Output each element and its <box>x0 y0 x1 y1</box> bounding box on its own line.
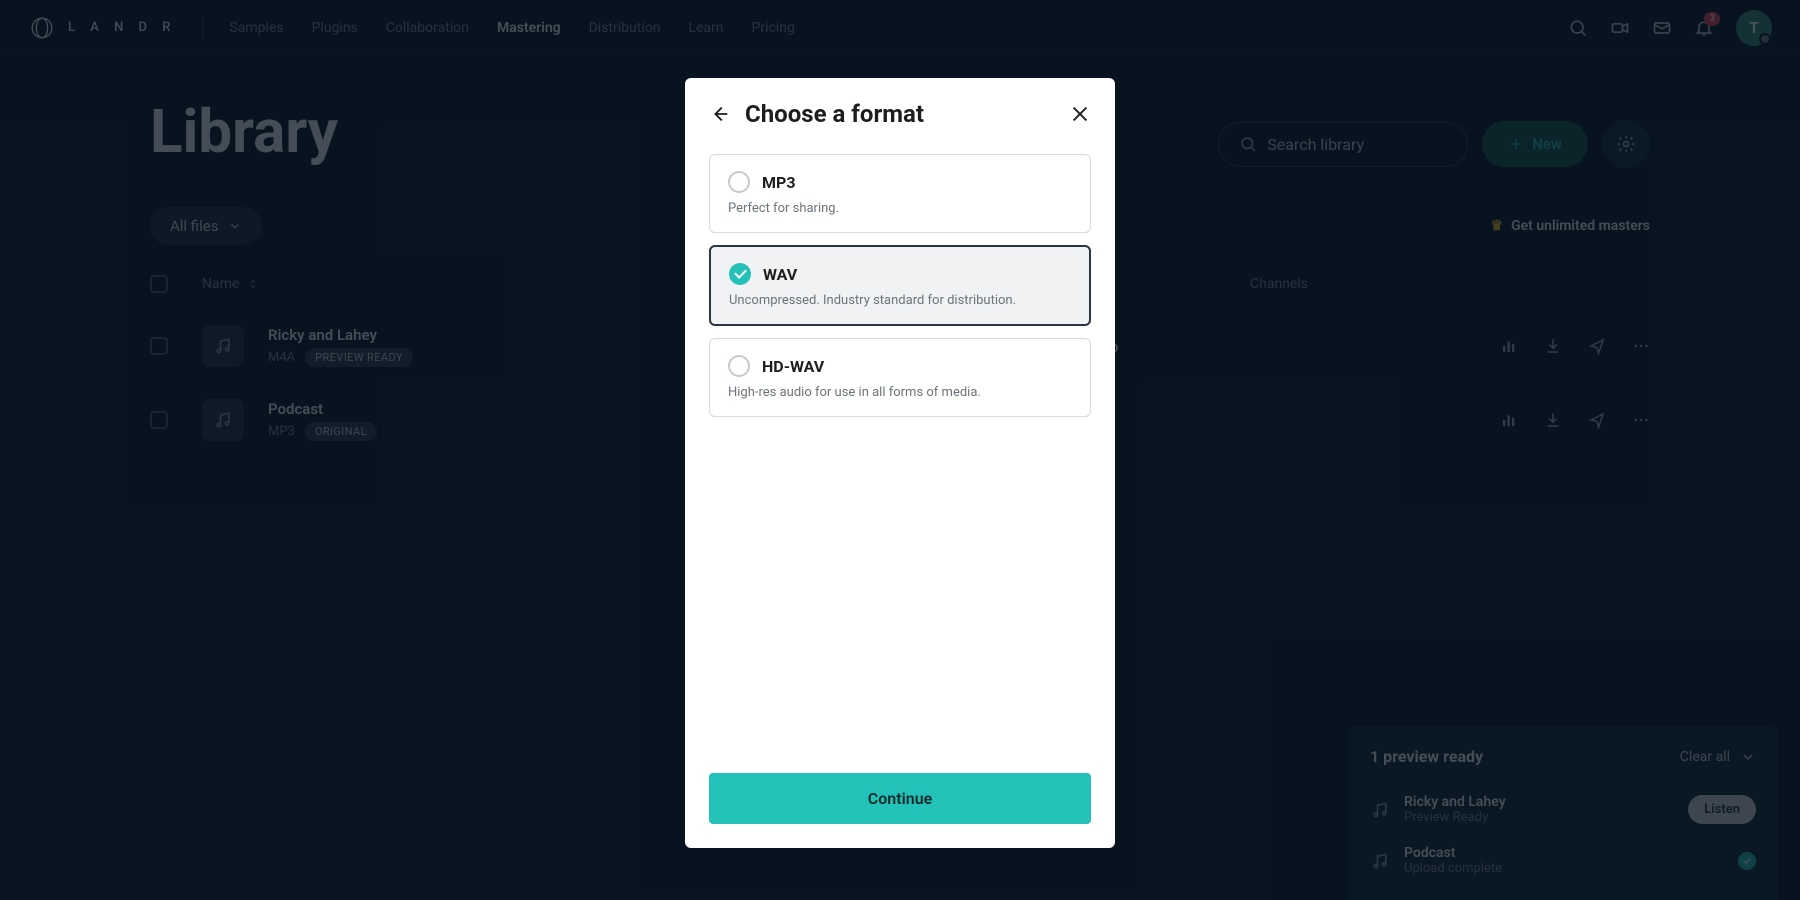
back-button[interactable] <box>709 103 731 125</box>
option-desc: High-res audio for use in all forms of m… <box>728 385 1072 400</box>
option-title: WAV <box>763 265 797 284</box>
continue-button[interactable]: Continue <box>709 773 1091 824</box>
radio-icon <box>728 171 750 193</box>
close-button[interactable] <box>1069 103 1091 125</box>
format-option-mp3[interactable]: MP3 Perfect for sharing. <box>709 154 1091 233</box>
option-title: HD-WAV <box>762 357 824 376</box>
option-desc: Uncompressed. Industry standard for dist… <box>729 293 1071 308</box>
radio-icon <box>729 263 751 285</box>
format-option-hdwav[interactable]: HD-WAV High-res audio for use in all for… <box>709 338 1091 417</box>
format-option-wav[interactable]: WAV Uncompressed. Industry standard for … <box>709 245 1091 326</box>
radio-icon <box>728 355 750 377</box>
option-title: MP3 <box>762 173 796 192</box>
modal-overlay[interactable]: Choose a format MP3 Perfect for sharing.… <box>0 0 1800 900</box>
option-desc: Perfect for sharing. <box>728 201 1072 216</box>
format-modal: Choose a format MP3 Perfect for sharing.… <box>685 78 1115 848</box>
modal-title: Choose a format <box>745 100 1055 128</box>
